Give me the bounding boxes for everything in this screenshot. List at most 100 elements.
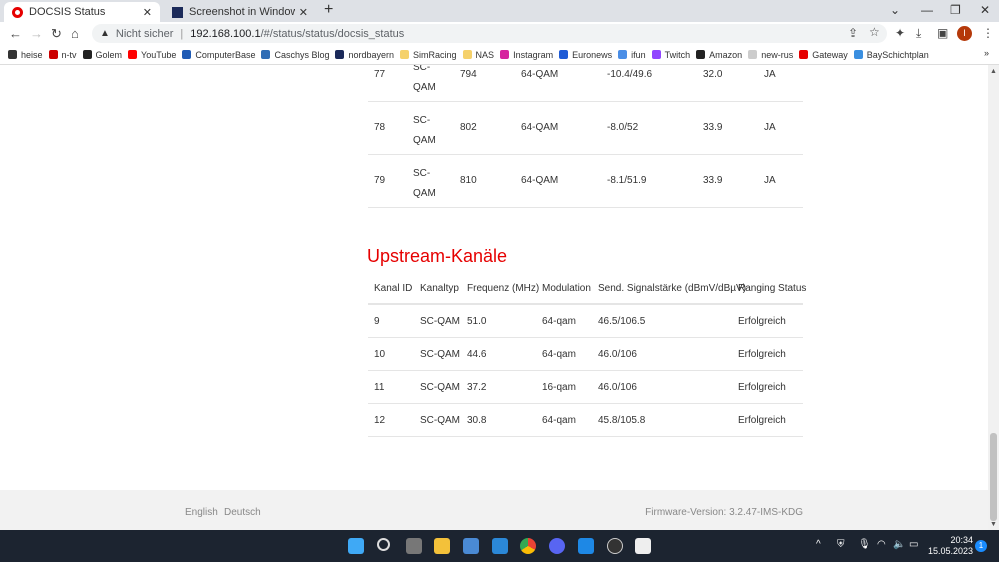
column-header[interactable]: Kanaltyp [420, 283, 459, 294]
security-label[interactable]: Nicht sicher [116, 28, 173, 40]
bookmark-item[interactable]: Amazon [696, 50, 742, 60]
download-icon[interactable]: ⤓ [916, 26, 921, 41]
url-input[interactable]: ▲ Nicht sicher | 192.168.100.1/#/status/… [92, 24, 887, 43]
site-icon [172, 6, 183, 18]
date: 15.05.2023 [928, 546, 974, 556]
table-cell: SC-QAM [420, 349, 460, 360]
column-header[interactable]: Modulation [542, 283, 591, 294]
bookmark-item[interactable]: BaySchichtplan [853, 50, 929, 60]
extensions-icon[interactable]: ✦ [895, 26, 905, 40]
taskbar: ^ ⛨ 🎙 ◠ 🔈 ▭ 20:34 15.05.2023 1 [0, 530, 999, 562]
column-header[interactable]: Send. Signalstärke (dBmV/dBµV) [598, 283, 746, 294]
close-tab-icon[interactable]: ✕ [299, 6, 308, 19]
upstream-table: Kanal ID Kanaltyp Frequenz (MHz) Modulation… [368, 272, 806, 437]
column-header[interactable]: Frequenz (MHz) [467, 283, 539, 294]
scrollbar-thumb[interactable] [990, 433, 997, 521]
table-cell: 9 [374, 316, 380, 327]
task-view-icon[interactable] [406, 538, 422, 554]
minimize-button[interactable]: — [921, 3, 933, 17]
cell-snr: 33.9 [703, 122, 723, 133]
column-header[interactable]: Ranging Status [738, 283, 806, 294]
snipping-tool-icon[interactable] [635, 538, 651, 554]
bookmark-label: heise [21, 49, 43, 60]
forward-icon[interactable]: → [30, 26, 43, 41]
profile-avatar[interactable]: I [957, 26, 972, 41]
table-cell: 64-qam [542, 415, 576, 426]
table-cell: 64-qam [542, 316, 576, 327]
cell-power: -10.4/49.6 [607, 69, 653, 80]
obs-icon[interactable] [607, 538, 623, 554]
cell-power: -8.1/51.9 [607, 175, 647, 186]
start-icon[interactable] [348, 538, 364, 554]
bookmark-icon [748, 50, 758, 59]
tray-expand-icon[interactable]: ^ [816, 539, 821, 550]
home-icon[interactable]: ⌂ [71, 26, 79, 41]
volume-icon[interactable]: 🔈 [893, 539, 905, 550]
search-icon[interactable] [377, 538, 390, 551]
bookmark-item[interactable]: Twitch [651, 50, 690, 60]
tab-title: Screenshot in Windows 11 erstell [189, 6, 295, 18]
menu-icon[interactable]: ⋮ [982, 26, 994, 40]
side-panel-icon[interactable]: ▣ [937, 26, 948, 40]
bookmark-label: ifun [631, 49, 646, 60]
table-row: 9 SC-QAM 51.0 64-qam 46.5/106.5 Erfolgreich [368, 305, 803, 338]
scroll-down-icon[interactable]: ▼ [990, 521, 997, 528]
defender-icon[interactable]: ⛨ [837, 539, 845, 550]
scrollbar[interactable]: ▲ ▼ [988, 65, 999, 530]
bookmark-item[interactable]: n-tv [48, 50, 77, 60]
bookmark-item[interactable]: nordbayern [335, 50, 394, 60]
close-window-button[interactable]: ✕ [980, 3, 990, 17]
bookmark-label: nordbayern [348, 49, 395, 60]
tab-search-icon[interactable]: ⌄ [890, 3, 900, 17]
notification-badge[interactable]: 1 [975, 540, 987, 552]
table-row: 77 794 64-QAM -10.4/49.6 32.0 JA SC- QAM [368, 65, 803, 102]
bookmark-item[interactable]: heise [8, 50, 43, 60]
language-deutsch-link[interactable]: Deutsch [224, 507, 261, 518]
cell-type: SC- QAM [413, 65, 436, 98]
table-cell: SC-QAM [420, 415, 460, 426]
microphone-icon[interactable]: 🎙 [858, 539, 871, 550]
more-bookmarks-icon[interactable]: » [984, 48, 989, 58]
mail-icon[interactable] [492, 538, 508, 554]
language-english-link[interactable]: English [185, 507, 218, 518]
tab-title: DOCSIS Status [29, 6, 106, 18]
paint-icon[interactable] [578, 538, 594, 554]
bookmark-item[interactable]: NAS [462, 50, 494, 60]
back-icon[interactable]: ← [9, 26, 22, 41]
column-header[interactable]: Kanal ID [374, 283, 412, 294]
bookmark-item[interactable]: Euronews [559, 50, 612, 60]
chrome-icon[interactable] [520, 538, 536, 554]
battery-icon[interactable]: ▭ [909, 539, 918, 550]
bookmark-item[interactable]: Gateway [799, 50, 848, 60]
tab-screenshot[interactable]: Screenshot in Windows 11 erstell ✕ [164, 2, 316, 22]
wifi-icon[interactable]: ◠ [877, 539, 886, 550]
bookmark-item[interactable]: YouTube [128, 50, 176, 60]
bookmark-item[interactable]: ifun [618, 50, 646, 60]
share-icon[interactable]: ⇪ [848, 26, 858, 40]
bookmark-label: ComputerBase [195, 49, 256, 60]
clock[interactable]: 20:34 15.05.2023 [928, 535, 973, 557]
bookmark-item[interactable]: Instagram [500, 50, 553, 60]
widgets-icon[interactable] [463, 538, 479, 554]
scroll-up-icon[interactable]: ▲ [990, 68, 997, 75]
bookmark-item[interactable]: new-rus [748, 50, 793, 60]
file-explorer-icon[interactable] [434, 538, 450, 554]
vodafone-icon [12, 6, 23, 18]
cell-locked: JA [764, 69, 776, 80]
bookmark-item[interactable]: SimRacing [400, 50, 457, 60]
bookmark-label: Golem [95, 49, 123, 60]
bookmark-item[interactable]: Golem [82, 49, 123, 60]
restore-button[interactable]: ❐ [950, 3, 961, 17]
bookmark-item[interactable]: Caschys Blog [261, 50, 329, 60]
bookmark-item[interactable]: ComputerBase [182, 50, 255, 60]
reload-icon[interactable]: ↻ [51, 26, 62, 42]
new-tab-button[interactable]: + [324, 1, 333, 19]
discord-icon[interactable] [549, 538, 565, 554]
cell-freq: 794 [460, 69, 477, 80]
cell-mod: 64-QAM [521, 122, 559, 133]
star-icon[interactable]: ☆ [869, 25, 880, 39]
table-cell: 37.2 [467, 382, 487, 393]
table-header: Kanal ID Kanaltyp Frequenz (MHz) Modulation… [368, 272, 806, 305]
tab-docsis-status[interactable]: DOCSIS Status ✕ [4, 2, 160, 22]
close-tab-icon[interactable]: ✕ [143, 6, 152, 19]
